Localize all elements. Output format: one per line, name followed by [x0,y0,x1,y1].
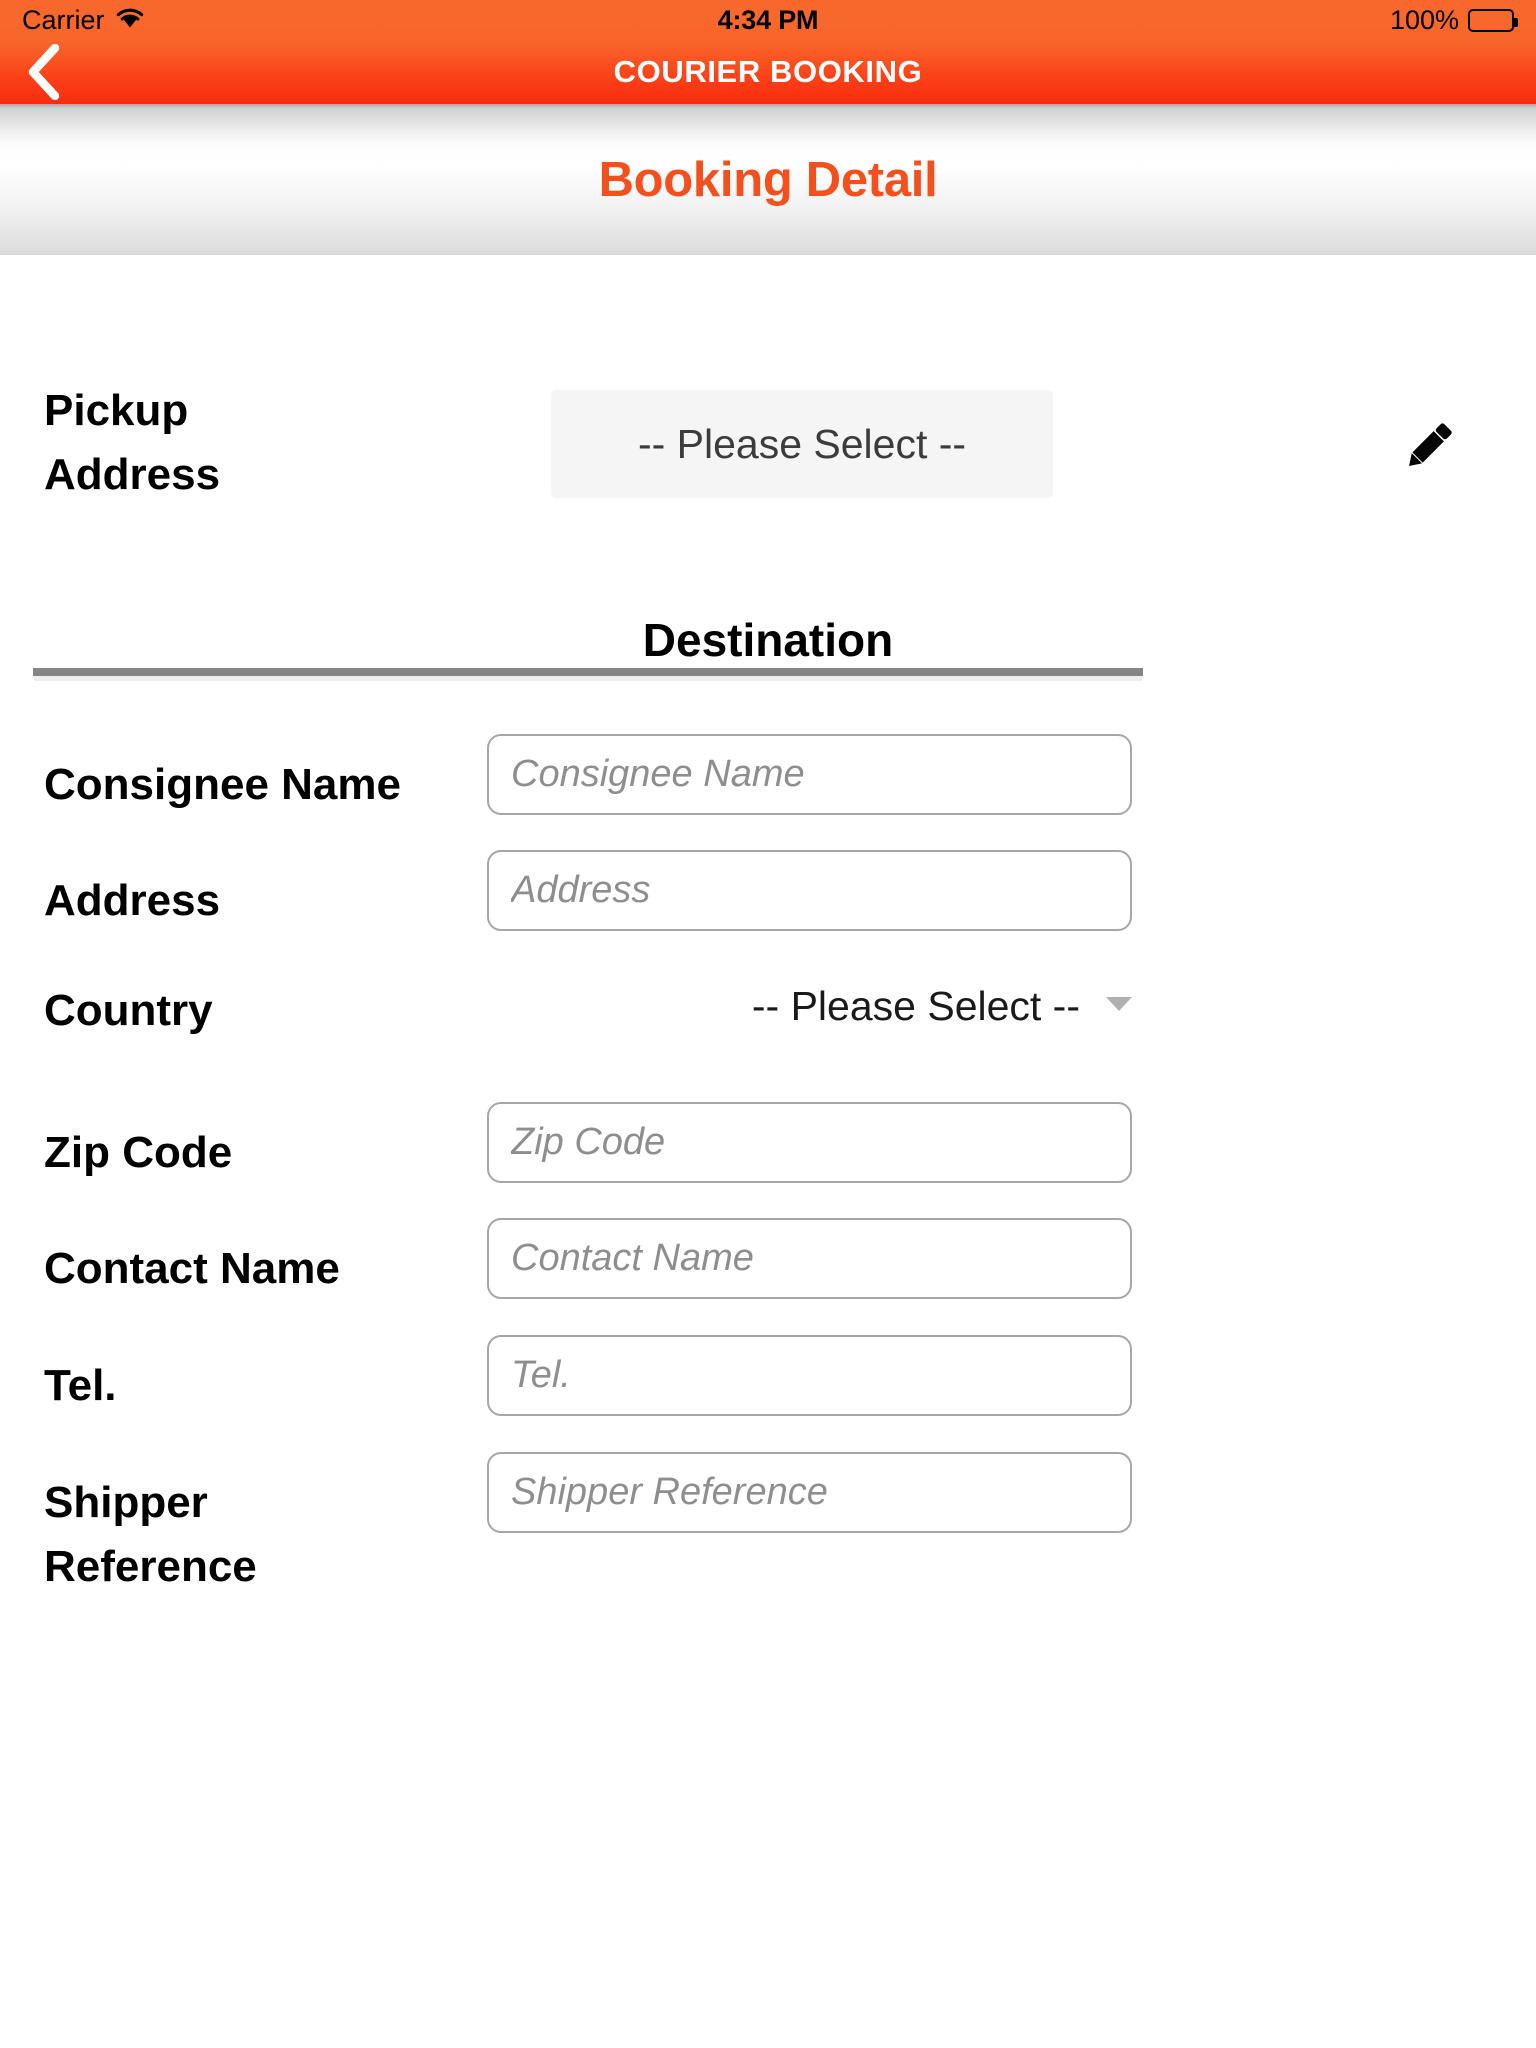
nav-title: COURIER BOOKING [613,54,923,89]
field-row-shipper-reference: Shipper Reference [0,1443,1536,1603]
back-button[interactable] [16,44,70,100]
page-title: Booking Detail [598,152,938,207]
label-consignee-name: Consignee Name [44,760,401,809]
battery-icon [1468,8,1518,32]
battery-percent-label: 100% [1389,4,1459,35]
status-bar-right: 100% [1389,4,1518,36]
field-row-tel: Tel. [0,1326,1536,1429]
destination-section: Destination Consignee Name Address Count… [0,255,1536,2048]
consignee-name-input[interactable] [487,734,1132,815]
field-row-country: Country -- Please Select -- [0,965,1536,1055]
field-row-consignee-name: Consignee Name [0,725,1536,828]
chevron-down-icon [1106,997,1132,1011]
tel-input[interactable] [487,1335,1132,1416]
label-shipper-reference: Shipper Reference [44,1478,257,1591]
sub-header: Booking Detail [0,104,1536,255]
section-divider [33,668,1143,676]
field-row-contact-name: Contact Name [0,1209,1536,1312]
shipper-reference-input[interactable] [487,1452,1132,1533]
contact-name-input[interactable] [487,1218,1132,1299]
field-row-zip-code: Zip Code [0,1093,1536,1196]
field-row-address: Address [0,841,1536,944]
chevron-left-icon [28,44,60,100]
destination-heading: Destination [642,614,894,666]
form-content: Pickup Address -- Please Select -- Desti… [0,255,1536,2048]
label-contact-name: Contact Name [44,1244,340,1293]
nav-bar: COURIER BOOKING [0,40,1536,104]
zip-code-input[interactable] [487,1102,1132,1183]
status-bar-time: 4:34 PM [717,4,819,35]
label-tel: Tel. [44,1361,117,1410]
label-country: Country [44,986,213,1035]
address-input[interactable] [487,850,1132,931]
country-select[interactable]: -- Please Select -- [640,971,1132,1041]
status-bar: Carrier 4:34 PM 100% [0,0,1536,40]
label-zip-code: Zip Code [44,1128,233,1177]
country-select-value: -- Please Select -- [751,982,1080,1029]
app-screen: Carrier 4:34 PM 100% COURIER BOOKING Boo… [0,0,1536,2048]
label-address: Address [44,876,221,925]
